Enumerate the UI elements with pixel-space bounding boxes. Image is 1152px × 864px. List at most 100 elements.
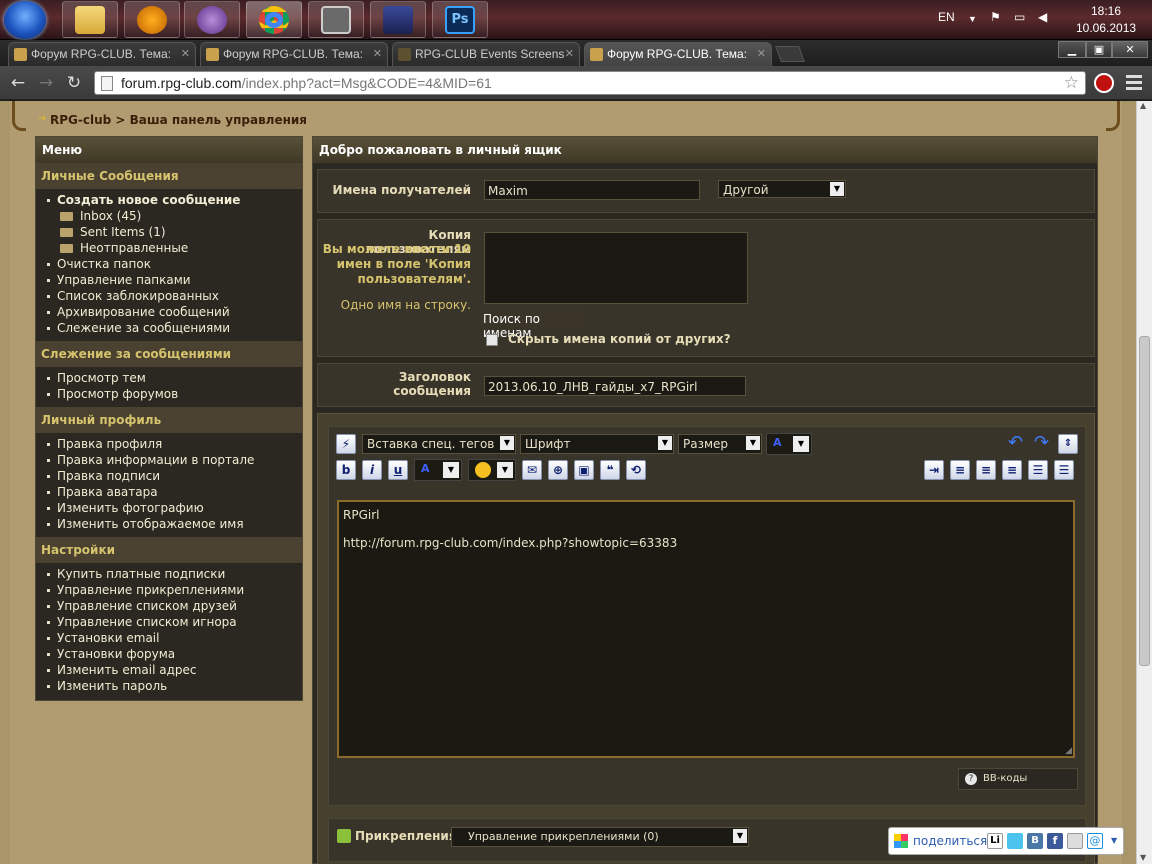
bbcodes-button[interactable]: ? BB-коды bbox=[958, 768, 1078, 790]
close-icon[interactable]: ✕ bbox=[757, 47, 766, 60]
sidebar-item-forum-settings[interactable]: Установки форума bbox=[36, 647, 302, 663]
star-icon[interactable]: ☆ bbox=[1064, 73, 1079, 93]
sidebar-item-change-email[interactable]: Изменить email адрес bbox=[36, 663, 302, 679]
cc-textarea[interactable] bbox=[484, 232, 748, 304]
sidebar-item-attachments[interactable]: Управление прикреплениями bbox=[36, 583, 302, 599]
sidebar-item-display-name[interactable]: Изменить отображаемое имя bbox=[36, 517, 302, 533]
scrollbar-thumb[interactable] bbox=[1139, 336, 1150, 666]
sidebar-item-photo[interactable]: Изменить фотографию bbox=[36, 501, 302, 517]
livejournal-icon[interactable] bbox=[1067, 833, 1083, 849]
code-icon[interactable]: ⟲ bbox=[626, 460, 646, 480]
sidebar-item-view-topics[interactable]: Просмотр тем bbox=[36, 371, 302, 387]
emoticon-picker[interactable]: ▼ bbox=[468, 459, 516, 481]
resize-editor-icon[interactable]: ⇕ bbox=[1058, 434, 1078, 454]
align-right-icon[interactable]: ≡ bbox=[1002, 460, 1022, 480]
hide-cc-checkbox[interactable] bbox=[486, 334, 498, 346]
message-editor[interactable]: RPGirl http://forum.rpg-club.com/index.p… bbox=[337, 500, 1075, 758]
browser-tab[interactable]: RPG-CLUB Events Screens ✕ bbox=[392, 42, 580, 66]
flag-icon[interactable]: ⚑ bbox=[990, 10, 1001, 24]
sidebar-item-subscriptions[interactable]: Купить платные подписки bbox=[36, 567, 302, 583]
scroll-down-icon[interactable]: ▼ bbox=[1140, 853, 1146, 862]
underline-icon[interactable]: u bbox=[388, 460, 408, 480]
maximize-button[interactable]: ▣ bbox=[1086, 41, 1112, 58]
taskbar-explorer-button[interactable] bbox=[62, 1, 118, 38]
sidebar-item-avatar[interactable]: Правка аватара bbox=[36, 485, 302, 501]
sidebar-item-blocked[interactable]: Список заблокированных bbox=[36, 289, 302, 305]
chevron-down-icon[interactable]: ▼ bbox=[968, 14, 977, 24]
quote-icon[interactable]: ❝ bbox=[600, 460, 620, 480]
mailru-icon[interactable]: @ bbox=[1087, 833, 1103, 849]
undo-icon[interactable]: ↶ bbox=[1008, 432, 1023, 453]
sidebar-item-empty-folders[interactable]: Очистка папок bbox=[36, 257, 302, 273]
email-link-icon[interactable]: ✉ bbox=[522, 460, 542, 480]
resize-handle-icon[interactable]: ◢ bbox=[1065, 746, 1072, 756]
font-color-picker[interactable]: A ▼ bbox=[766, 433, 812, 455]
insert-image-icon[interactable]: ▣ bbox=[574, 460, 594, 480]
breadcrumb[interactable]: RPG-club > Ваша панель управления bbox=[50, 113, 307, 127]
share-widget[interactable]: поделиться Li B f @ ▼ bbox=[888, 827, 1124, 855]
minimize-button[interactable]: ▁ bbox=[1058, 41, 1086, 58]
new-tab-button[interactable] bbox=[775, 46, 805, 62]
taskbar-app-button[interactable] bbox=[308, 1, 364, 38]
sidebar-item-ignore[interactable]: Управление списком игнора bbox=[36, 615, 302, 631]
sidebar-item-inbox[interactable]: Inbox (45) bbox=[36, 209, 302, 225]
ordered-list-icon[interactable]: ☰ bbox=[1028, 460, 1048, 480]
reload-icon[interactable]: ↻ bbox=[64, 73, 84, 93]
start-button[interactable] bbox=[4, 1, 46, 39]
highlight-picker[interactable]: A ▼ bbox=[414, 459, 462, 481]
subject-input[interactable]: 2013.06.10_ЛНВ_гайды_x7_RPGirl bbox=[484, 376, 746, 396]
sidebar-item-sent[interactable]: Sent Items (1) bbox=[36, 225, 302, 241]
sidebar-item-drafts[interactable]: Неотправленные bbox=[36, 241, 302, 257]
search-names-button[interactable]: Поиск по именам bbox=[481, 310, 585, 340]
sidebar-item-edit-profile[interactable]: Правка профиля bbox=[36, 437, 302, 453]
sidebar-item-friends[interactable]: Управление списком друзей bbox=[36, 599, 302, 615]
taskbar-photoshop-button[interactable]: Ps bbox=[432, 1, 488, 38]
taskbar-lineage-button[interactable] bbox=[370, 1, 426, 38]
chevron-down-icon[interactable]: ▼ bbox=[1111, 836, 1117, 845]
browser-tab[interactable]: Форум RPG-CLUB. Тема: ✕ bbox=[200, 42, 388, 66]
address-bar[interactable]: forum.rpg-club.com/index.php?act=Msg&COD… bbox=[94, 71, 1086, 95]
unordered-list-icon[interactable]: ☰ bbox=[1054, 460, 1074, 480]
align-center-icon[interactable]: ≡ bbox=[976, 460, 996, 480]
forward-icon[interactable]: → bbox=[36, 73, 56, 93]
sidebar-item-new-message[interactable]: Создать новое сообщение bbox=[36, 193, 302, 209]
sidebar-item-archive[interactable]: Архивирование сообщений bbox=[36, 305, 302, 321]
twitter-icon[interactable] bbox=[1007, 833, 1023, 849]
taskbar-pidgin-button[interactable] bbox=[184, 1, 240, 38]
special-tags-select[interactable]: Вставка спец. тегов ▼ bbox=[362, 434, 516, 454]
sidebar-item-manage-folders[interactable]: Управление папками bbox=[36, 273, 302, 289]
back-icon[interactable]: ← bbox=[8, 73, 28, 93]
close-window-button[interactable]: ✕ bbox=[1112, 41, 1148, 58]
clock[interactable]: 18:16 10.06.2013 bbox=[1076, 3, 1136, 37]
network-icon[interactable]: ▭ bbox=[1014, 10, 1025, 24]
menu-icon[interactable] bbox=[1126, 75, 1142, 91]
size-select[interactable]: Размер ▼ bbox=[678, 434, 762, 454]
sidebar-item-view-forums[interactable]: Просмотр форумов bbox=[36, 387, 302, 403]
vk-icon[interactable]: B bbox=[1027, 833, 1043, 849]
taskbar-chrome-button[interactable] bbox=[246, 1, 302, 38]
sidebar-item-signature[interactable]: Правка подписи bbox=[36, 469, 302, 485]
align-left-icon[interactable]: ≡ bbox=[950, 460, 970, 480]
recipients-input[interactable]: Maxim bbox=[484, 180, 700, 200]
scroll-up-icon[interactable]: ▲ bbox=[1140, 101, 1146, 110]
attachments-select[interactable]: Управление прикреплениями (0) ▼ bbox=[451, 827, 749, 847]
sidebar-item-portal-info[interactable]: Правка информации в портале bbox=[36, 453, 302, 469]
bold-icon[interactable]: b bbox=[336, 460, 356, 480]
volume-icon[interactable]: ◀ bbox=[1038, 10, 1047, 24]
browser-tab-active[interactable]: Форум RPG-CLUB. Тема: ✕ bbox=[584, 42, 772, 66]
sidebar-item-email-settings[interactable]: Установки email bbox=[36, 631, 302, 647]
sidebar-item-change-password[interactable]: Изменить пароль bbox=[36, 679, 302, 695]
redo-icon[interactable]: ↷ bbox=[1034, 432, 1049, 453]
special-tags-icon[interactable]: ⚡ bbox=[336, 434, 356, 454]
adblock-icon[interactable] bbox=[1094, 73, 1114, 93]
indent-icon[interactable]: ⇥ bbox=[924, 460, 944, 480]
insert-link-icon[interactable]: ⊕ bbox=[548, 460, 568, 480]
close-icon[interactable]: ✕ bbox=[373, 47, 382, 60]
font-select[interactable]: Шрифт ▼ bbox=[520, 434, 674, 454]
vertical-scrollbar[interactable]: ▲ ▼ bbox=[1136, 101, 1152, 864]
close-icon[interactable]: ✕ bbox=[181, 47, 190, 60]
language-indicator[interactable]: EN bbox=[938, 10, 955, 24]
taskbar-aimp-button[interactable] bbox=[124, 1, 180, 38]
close-icon[interactable]: ✕ bbox=[565, 47, 574, 60]
browser-tab[interactable]: Форум RPG-CLUB. Тема: ✕ bbox=[8, 42, 196, 66]
